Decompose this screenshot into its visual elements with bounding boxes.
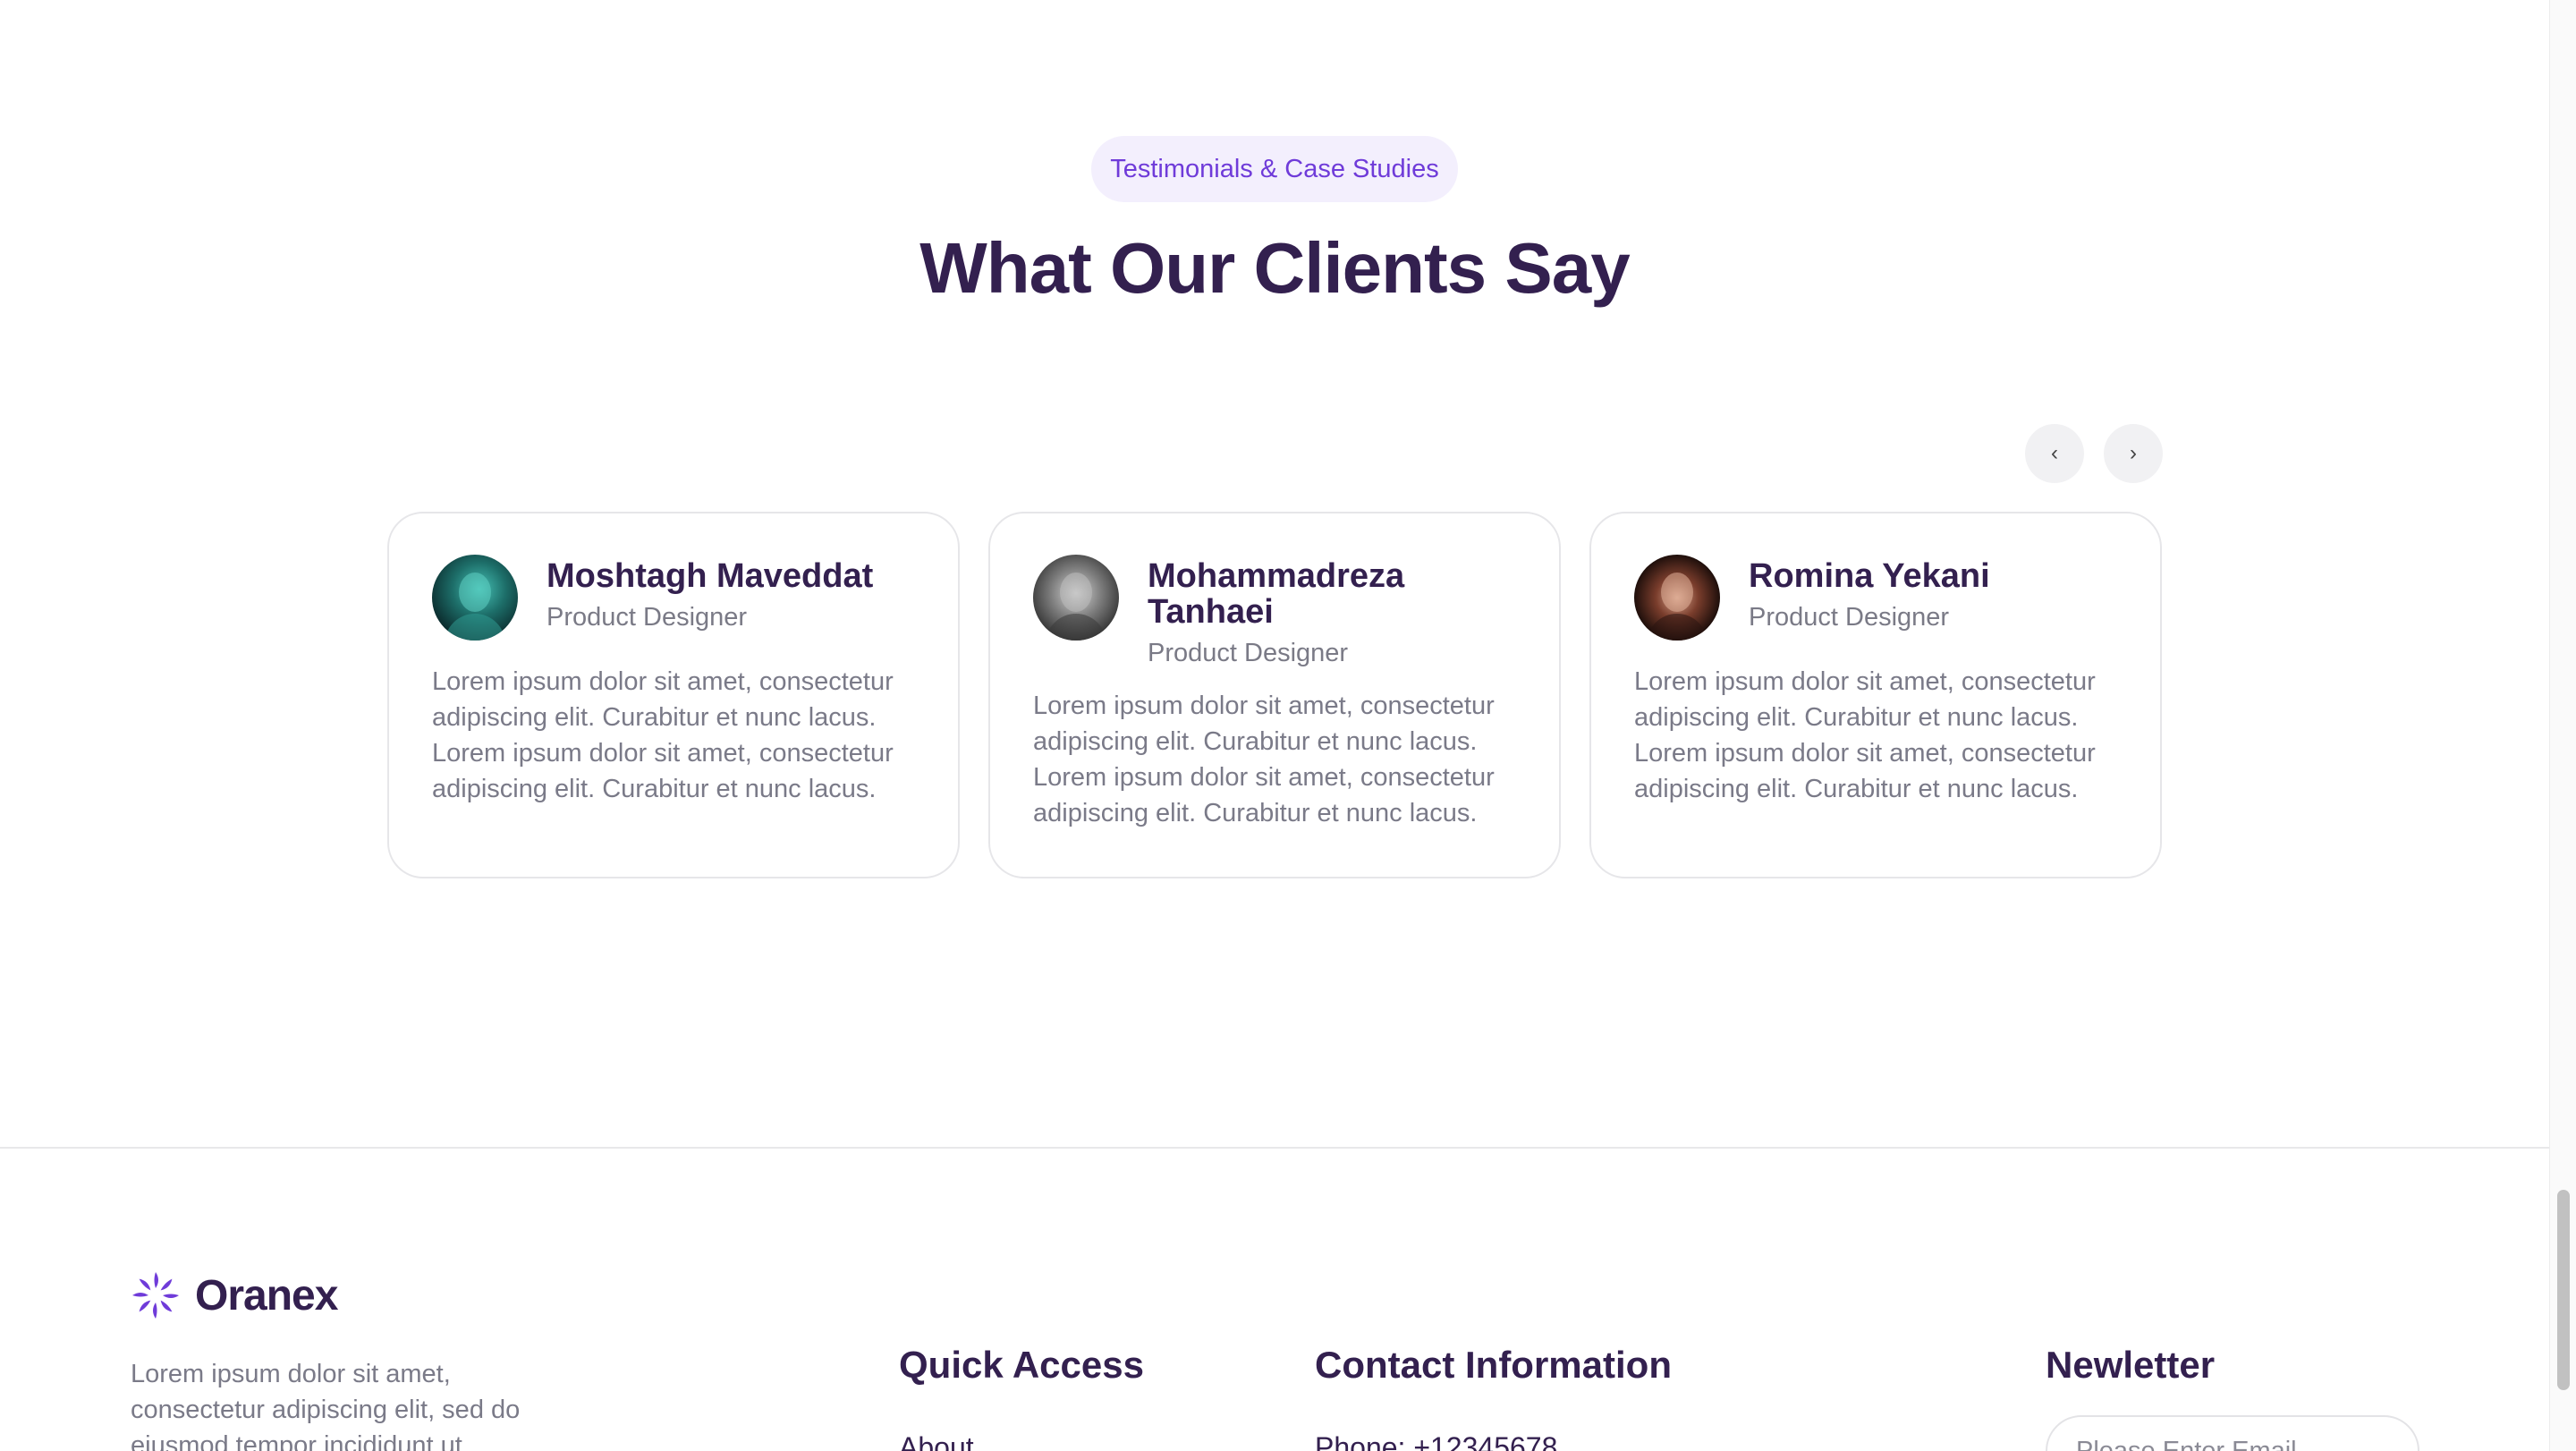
contact-phone: Phone: +12345678 — [1315, 1431, 1558, 1451]
section-badge: Testimonials & Case Studies — [1091, 136, 1458, 202]
person-name: Mohammadreza Tanhaei — [1148, 557, 1405, 631]
person-info: Mohammadreza Tanhaei Product Designer — [1148, 555, 1516, 668]
person-info: Romina Yekani Product Designer — [1749, 555, 1990, 632]
card-header: Moshtagh Maveddat Product Designer — [432, 555, 915, 641]
quick-access-heading: Quick Access — [899, 1344, 1144, 1386]
person-info: Moshtagh Maveddat Product Designer — [547, 555, 873, 632]
person-name: Romina Yekani — [1749, 557, 1990, 595]
footer-logo[interactable]: Oranex — [129, 1269, 338, 1322]
testimonial-text: Lorem ipsum dolor sit amet, consectetur … — [1033, 692, 1495, 827]
avatar — [1033, 555, 1119, 641]
page: Testimonials & Case Studies What Our Cli… — [0, 0, 2549, 1451]
footer-description: Lorem ipsum dolor sit amet, consectetur … — [131, 1360, 521, 1451]
card-header: Romina Yekani Product Designer — [1634, 555, 2117, 641]
carousel-next-button[interactable]: › — [2104, 424, 2163, 483]
chevron-right-icon: › — [2130, 441, 2137, 465]
testimonial-card: Moshtagh Maveddat Product Designer Lorem… — [387, 512, 960, 878]
person-role: Product Designer — [547, 603, 748, 632]
testimonial-text: Lorem ipsum dolor sit amet, consectetur … — [1634, 667, 2096, 803]
chevron-left-icon: ‹ — [2051, 441, 2058, 465]
testimonial-text: Lorem ipsum dolor sit amet, consectetur … — [432, 667, 894, 803]
page-scrollbar[interactable] — [2549, 0, 2576, 1451]
testimonial-card: Mohammadreza Tanhaei Product Designer Lo… — [988, 512, 1561, 878]
avatar — [432, 555, 518, 641]
section-title: What Our Clients Say — [919, 228, 1630, 308]
contact-heading: Contact Information — [1315, 1344, 1672, 1386]
avatar — [1634, 555, 1720, 641]
newsletter-email-input[interactable] — [2046, 1415, 2419, 1451]
carousel-prev-button[interactable]: ‹ — [2025, 424, 2084, 483]
person-name: Moshtagh Maveddat — [547, 557, 874, 595]
card-header: Mohammadreza Tanhaei Product Designer — [1033, 555, 1516, 668]
logo-icon — [132, 1272, 179, 1319]
testimonial-card: Romina Yekani Product Designer Lorem ips… — [1589, 512, 2162, 878]
person-role: Product Designer — [1148, 639, 1349, 667]
newsletter-heading: Newletter — [2046, 1344, 2216, 1386]
person-role: Product Designer — [1749, 603, 1950, 632]
scrollbar-thumb[interactable] — [2557, 1190, 2570, 1390]
footer-divider — [0, 1147, 2549, 1149]
logo-text: Oranex — [195, 1271, 338, 1319]
footer-link-about[interactable]: About — [899, 1431, 974, 1451]
